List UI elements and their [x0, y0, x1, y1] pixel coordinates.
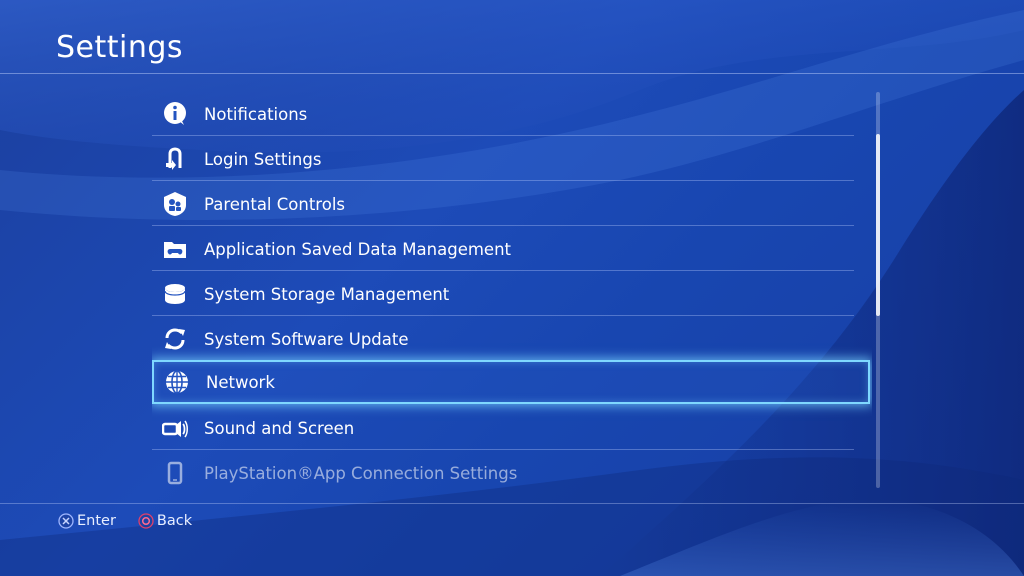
saved-data-icon [162, 236, 188, 262]
login-icon [162, 146, 188, 172]
menu-item-label: System Software Update [204, 329, 409, 349]
row-divider [152, 135, 854, 136]
update-icon [162, 326, 188, 352]
network-icon [164, 369, 190, 395]
back-label: Back [156, 513, 193, 529]
menu-item-label: System Storage Management [204, 284, 450, 304]
phone-icon [162, 460, 188, 486]
circle-button-icon [138, 513, 154, 529]
menu-item-system-storage[interactable]: System Storage Management [152, 272, 854, 316]
back-hint[interactable]: Back [138, 513, 192, 529]
menu-item-notifications[interactable]: Notifications [152, 92, 854, 136]
page-title: Settings [56, 30, 184, 65]
menu-item-label: PlayStation®App Connection Settings [204, 463, 518, 483]
menu-item-label: Sound and Screen [204, 418, 355, 438]
cross-button-icon [58, 513, 74, 529]
sound-screen-icon [162, 415, 188, 441]
footer-divider [0, 503, 1024, 504]
button-hints: Enter Back [58, 510, 214, 532]
menu-item-login-settings[interactable]: Login Settings [152, 137, 854, 181]
enter-label: Enter [77, 513, 116, 529]
notifications-icon [162, 101, 188, 127]
menu-item-label: Notifications [204, 104, 308, 124]
title-divider [0, 73, 1024, 74]
menu-item-network[interactable]: Network [152, 360, 870, 404]
storage-icon [162, 281, 188, 307]
menu-item-label: Network [206, 372, 275, 392]
menu-item-application-saved-data[interactable]: Application Saved Data Management [152, 227, 854, 271]
menu-item-system-software-update[interactable]: System Software Update [152, 317, 854, 361]
menu-item-playstation-app-connection[interactable]: PlayStation®App Connection Settings [152, 451, 854, 488]
parental-controls-icon [162, 191, 188, 217]
menu-item-label: Application Saved Data Management [204, 239, 511, 259]
menu-item-sound-and-screen[interactable]: Sound and Screen [152, 406, 854, 450]
row-divider [152, 449, 854, 450]
settings-screen: Settings Notifications Login Settings Pa… [0, 0, 1024, 576]
menu-item-label: Parental Controls [204, 194, 345, 214]
scrollbar-thumb[interactable] [876, 134, 880, 316]
row-divider [152, 315, 854, 316]
enter-hint[interactable]: Enter [58, 513, 116, 529]
menu-item-parental-controls[interactable]: Parental Controls [152, 182, 854, 226]
row-divider [152, 180, 854, 181]
settings-menu: Notifications Login Settings Parental Co… [152, 92, 872, 488]
menu-item-label: Login Settings [204, 149, 322, 169]
row-divider [152, 270, 854, 271]
row-divider [152, 225, 854, 226]
